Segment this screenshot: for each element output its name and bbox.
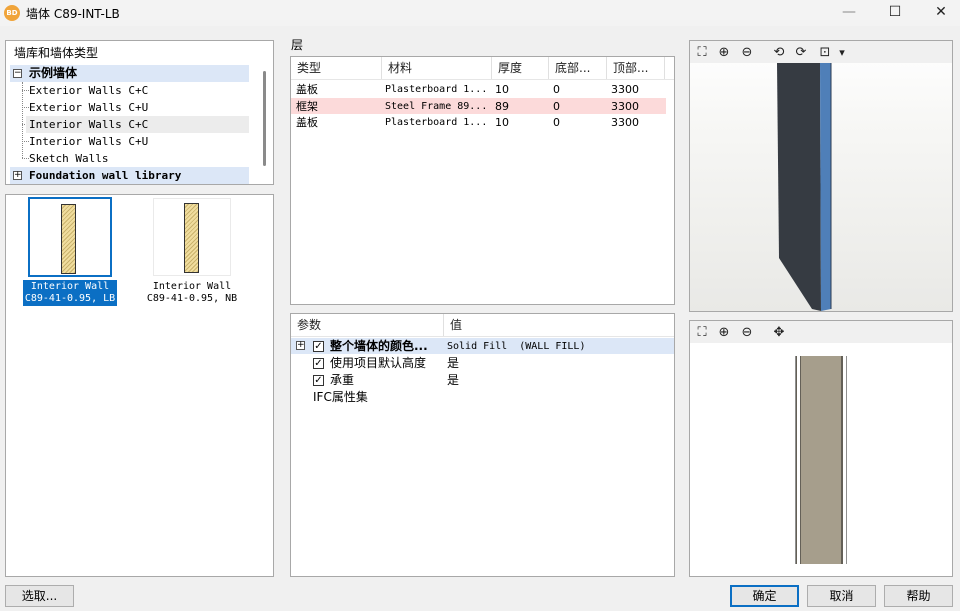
param-row-color[interactable]: + ✓ 整个墙体的颜色... Solid Fill (WALL FILL) bbox=[291, 338, 674, 354]
wall-library-tree: 墙库和墙体类型 − 示例墙体 Exterior Walls C+C Exteri… bbox=[5, 40, 274, 185]
tree-item-interior-cu[interactable]: Interior Walls C+U bbox=[29, 133, 148, 150]
table-row[interactable]: 盖板 Plasterboard 1... 10 0 3300 bbox=[291, 114, 666, 131]
layers-table: 类型 材料 厚度 底部... 顶部... 盖板 Plasterboard 1..… bbox=[290, 56, 675, 305]
wall-label-nb-line1: Interior Wall bbox=[152, 281, 232, 292]
wall-preview-lb[interactable] bbox=[28, 197, 112, 277]
app-icon: BD bbox=[4, 5, 20, 21]
group-label: 示例墙体 bbox=[29, 66, 78, 80]
table-row[interactable]: 盖板 Plasterboard 1... 10 0 3300 bbox=[291, 81, 666, 98]
wall-preview-nb[interactable] bbox=[153, 198, 231, 276]
tree-item-exterior-cu[interactable]: Exterior Walls C+U bbox=[29, 99, 148, 116]
expand-icon[interactable]: + bbox=[13, 171, 22, 180]
help-button[interactable]: 帮助 bbox=[884, 585, 953, 607]
layers-header-row: 类型 材料 厚度 底部... 顶部... bbox=[291, 57, 674, 80]
wall-section-thumb bbox=[184, 203, 199, 273]
tree-scrollbar[interactable] bbox=[263, 71, 266, 166]
cell-thickness: 10 bbox=[495, 83, 509, 96]
chevron-down-icon[interactable]: ▾ bbox=[836, 44, 848, 62]
wall-type-gallery: Interior Wall C89-41-0.95, LB Interior W… bbox=[5, 194, 274, 577]
tree-item-interior-cc[interactable]: Interior Walls C+C bbox=[29, 116, 148, 133]
rotate-left-icon[interactable]: ⟲ bbox=[770, 44, 788, 62]
checkbox[interactable]: ✓ bbox=[313, 358, 324, 369]
cell-bottom: 0 bbox=[553, 83, 560, 96]
library-header: 墙库和墙体类型 bbox=[14, 46, 99, 60]
wall-3d-model bbox=[777, 63, 832, 311]
maximize-button[interactable]: ☐ bbox=[872, 0, 918, 26]
col-value[interactable]: 值 bbox=[444, 314, 674, 336]
wall-label-lb-line2: C89-41-0.95, LB bbox=[24, 293, 116, 304]
minimize-button[interactable]: — bbox=[826, 0, 872, 26]
cell-material: Steel Frame 89... bbox=[385, 101, 488, 112]
cell-top: 3300 bbox=[611, 116, 639, 129]
table-row-selected[interactable]: 框架 Steel Frame 89... 89 0 3300 bbox=[291, 98, 666, 114]
wall-label-lb[interactable]: Interior Wall C89-41-0.95, LB bbox=[23, 280, 117, 306]
2d-toolbar: ⛶ ⊕ ⊖ ✥ bbox=[690, 321, 952, 343]
param-name: IFC属性集 bbox=[313, 390, 368, 404]
window-title: 墙体 C89-INT-LB bbox=[26, 7, 120, 21]
zoom-extent-icon[interactable]: ⛶ bbox=[693, 44, 711, 62]
cell-thickness: 89 bbox=[495, 100, 509, 113]
param-row-load-bearing[interactable]: ✓ 承重 是 bbox=[291, 372, 674, 389]
checkbox[interactable]: ✓ bbox=[313, 375, 324, 386]
col-thickness[interactable]: 厚度 bbox=[492, 57, 549, 79]
3d-toolbar: ⛶ ⊕ ⊖ ⟲ ⟳ ⊡ ▾ bbox=[690, 41, 952, 63]
foundation-row[interactable]: + Foundation wall library bbox=[10, 167, 249, 184]
zoom-in-icon[interactable]: ⊕ bbox=[715, 324, 733, 342]
cell-bottom: 0 bbox=[553, 116, 560, 129]
cell-bottom: 0 bbox=[553, 100, 560, 113]
foundation-label: Foundation wall library bbox=[29, 169, 182, 182]
param-value[interactable]: 是 bbox=[447, 355, 459, 372]
wall-section-thumb bbox=[61, 204, 76, 274]
cell-material: Plasterboard 1... bbox=[385, 117, 488, 128]
collapse-icon[interactable]: − bbox=[13, 69, 22, 78]
param-name: 整个墙体的颜色... bbox=[330, 339, 428, 353]
checkbox[interactable]: ✓ bbox=[313, 341, 324, 352]
pan-icon[interactable]: ✥ bbox=[770, 324, 788, 342]
cell-top: 3300 bbox=[611, 83, 639, 96]
zoom-out-icon[interactable]: ⊖ bbox=[738, 324, 756, 342]
col-top[interactable]: 顶部... bbox=[607, 57, 665, 79]
wall-section-drawing bbox=[795, 356, 847, 564]
cell-type: 框架 bbox=[296, 100, 318, 113]
select-button[interactable]: 选取... bbox=[5, 585, 74, 607]
ok-button[interactable]: 确定 bbox=[730, 585, 799, 607]
rotate-right-icon[interactable]: ⟳ bbox=[792, 44, 810, 62]
wall-label-nb[interactable]: Interior Wall C89-41-0.95, NB bbox=[142, 280, 242, 306]
zoom-in-icon[interactable]: ⊕ bbox=[715, 44, 733, 62]
param-row-default-height[interactable]: ✓ 使用项目默认高度 是 bbox=[291, 355, 674, 372]
tree-item-sketch[interactable]: Sketch Walls bbox=[29, 150, 108, 167]
cell-top: 3300 bbox=[611, 100, 639, 113]
col-material[interactable]: 材料 bbox=[382, 57, 492, 79]
param-value[interactable]: Solid Fill (WALL FILL) bbox=[447, 338, 585, 355]
3d-preview[interactable]: ⛶ ⊕ ⊖ ⟲ ⟳ ⊡ ▾ bbox=[689, 40, 953, 312]
expand-icon[interactable]: + bbox=[296, 341, 305, 350]
params-header-row: 参数 值 bbox=[291, 314, 674, 337]
zoom-out-icon[interactable]: ⊖ bbox=[738, 44, 756, 62]
col-bottom[interactable]: 底部... bbox=[549, 57, 607, 79]
cell-material: Plasterboard 1... bbox=[385, 84, 488, 95]
parameters-table: 参数 值 + ✓ 整个墙体的颜色... Solid Fill (WALL FIL… bbox=[290, 313, 675, 577]
cell-type: 盖板 bbox=[296, 83, 318, 96]
tree-item-exterior-cc[interactable]: Exterior Walls C+C bbox=[29, 82, 148, 99]
param-name: 承重 bbox=[330, 373, 355, 387]
cell-type: 盖板 bbox=[296, 116, 318, 129]
col-param[interactable]: 参数 bbox=[291, 314, 444, 336]
group-row[interactable]: − 示例墙体 bbox=[10, 65, 249, 82]
zoom-extent-icon[interactable]: ⛶ bbox=[693, 324, 711, 342]
view-settings-icon[interactable]: ⊡ bbox=[816, 44, 834, 62]
cancel-button[interactable]: 取消 bbox=[807, 585, 876, 607]
param-value[interactable]: 是 bbox=[447, 372, 459, 389]
cell-thickness: 10 bbox=[495, 116, 509, 129]
param-row-ifc[interactable]: IFC属性集 bbox=[291, 389, 674, 406]
title-bar: BD 墙体 C89-INT-LB — ☐ ✕ bbox=[0, 0, 960, 26]
param-name: 使用项目默认高度 bbox=[330, 356, 427, 370]
tree-connector bbox=[22, 82, 23, 158]
layers-label: 层 bbox=[291, 38, 304, 52]
col-type[interactable]: 类型 bbox=[291, 57, 382, 79]
wall-label-lb-line1: Interior Wall bbox=[30, 281, 110, 292]
wall-label-nb-line2: C89-41-0.95, NB bbox=[146, 293, 238, 304]
2d-section-view[interactable]: ⛶ ⊕ ⊖ ✥ bbox=[689, 320, 953, 577]
close-button[interactable]: ✕ bbox=[918, 0, 960, 26]
